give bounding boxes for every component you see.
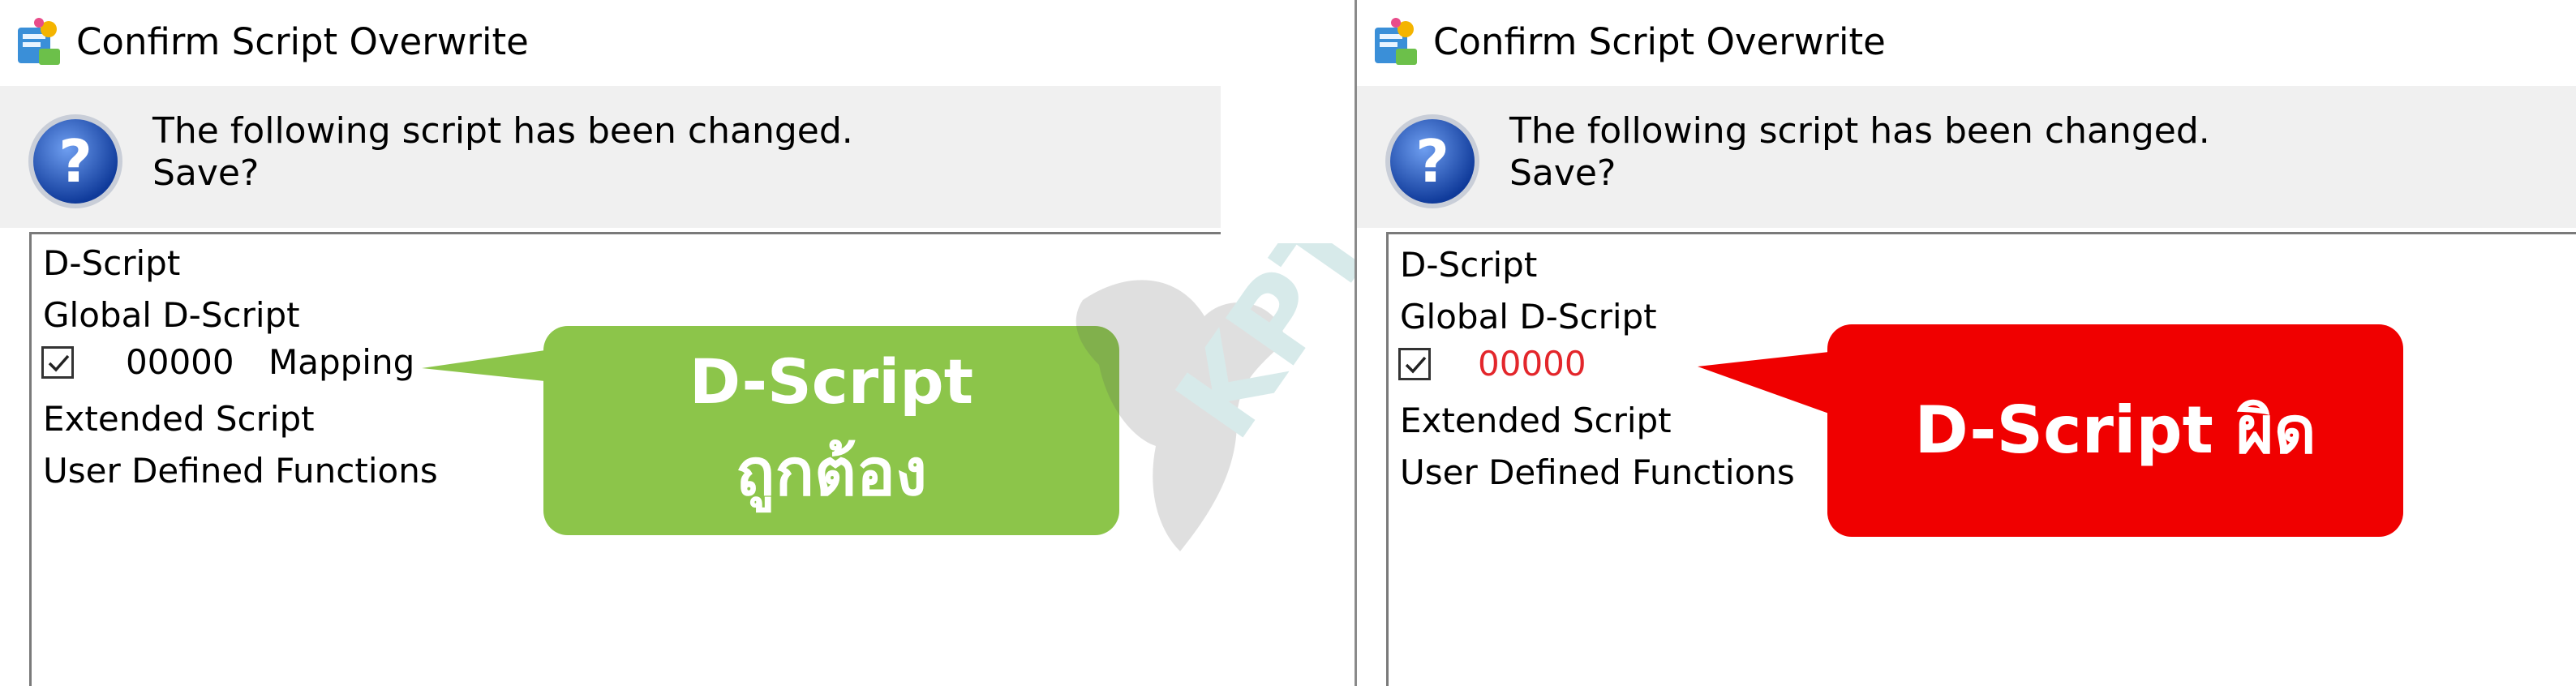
svg-text:?: ?: [58, 127, 92, 195]
message-line-1: The following script has been changed.: [152, 110, 853, 152]
question-icon: ?: [1385, 114, 1479, 208]
checkmark-icon: [48, 354, 70, 372]
list-item[interactable]: Global D-Script: [43, 293, 300, 338]
message-line-2: Save?: [1509, 152, 1616, 194]
checkmark-icon: [1405, 356, 1427, 374]
callout-line-1: D-Script: [689, 345, 974, 418]
script-name: Mapping: [268, 342, 415, 382]
list-item[interactable]: Extended Script: [43, 397, 315, 442]
callout-line-2: ถูกต้อง: [736, 435, 927, 510]
callout-text: D-Script ผิด: [1914, 392, 2316, 468]
dialog-title: Confirm Script Overwrite: [1433, 20, 1886, 63]
svg-text:?: ?: [1415, 127, 1449, 195]
list-item[interactable]: Extended Script: [1400, 398, 1672, 444]
script-code: 00000: [1478, 344, 1586, 384]
dialog-wrong: Confirm Script Overwrite ? The following…: [1355, 0, 2576, 686]
callout-correct: D-Script ถูกต้อง: [422, 326, 1119, 535]
script-checkbox[interactable]: [41, 346, 74, 379]
message-line-1: The following script has been changed.: [1509, 110, 2210, 152]
script-app-icon: [1375, 18, 1417, 65]
title-bar: Confirm Script Overwrite: [1357, 0, 2576, 86]
script-app-icon: [18, 18, 60, 65]
watermark-logo: KPT: [1075, 243, 1391, 551]
list-item[interactable]: D-Script: [1400, 242, 1537, 288]
script-checkbox[interactable]: [1398, 348, 1431, 380]
script-code: 00000: [126, 342, 234, 382]
list-item[interactable]: User Defined Functions: [43, 448, 438, 494]
dialog-title: Confirm Script Overwrite: [76, 20, 529, 63]
question-icon: ?: [28, 114, 122, 208]
callout-wrong: D-Script ผิด: [1698, 324, 2509, 537]
message-area: ? The following script has been changed.…: [0, 86, 1221, 228]
list-item[interactable]: D-Script: [43, 241, 180, 286]
message-area: ? The following script has been changed.…: [1357, 86, 2576, 228]
message-line-2: Save?: [152, 152, 260, 194]
list-item[interactable]: Global D-Script: [1400, 294, 1657, 340]
title-bar: Confirm Script Overwrite: [0, 0, 1221, 86]
